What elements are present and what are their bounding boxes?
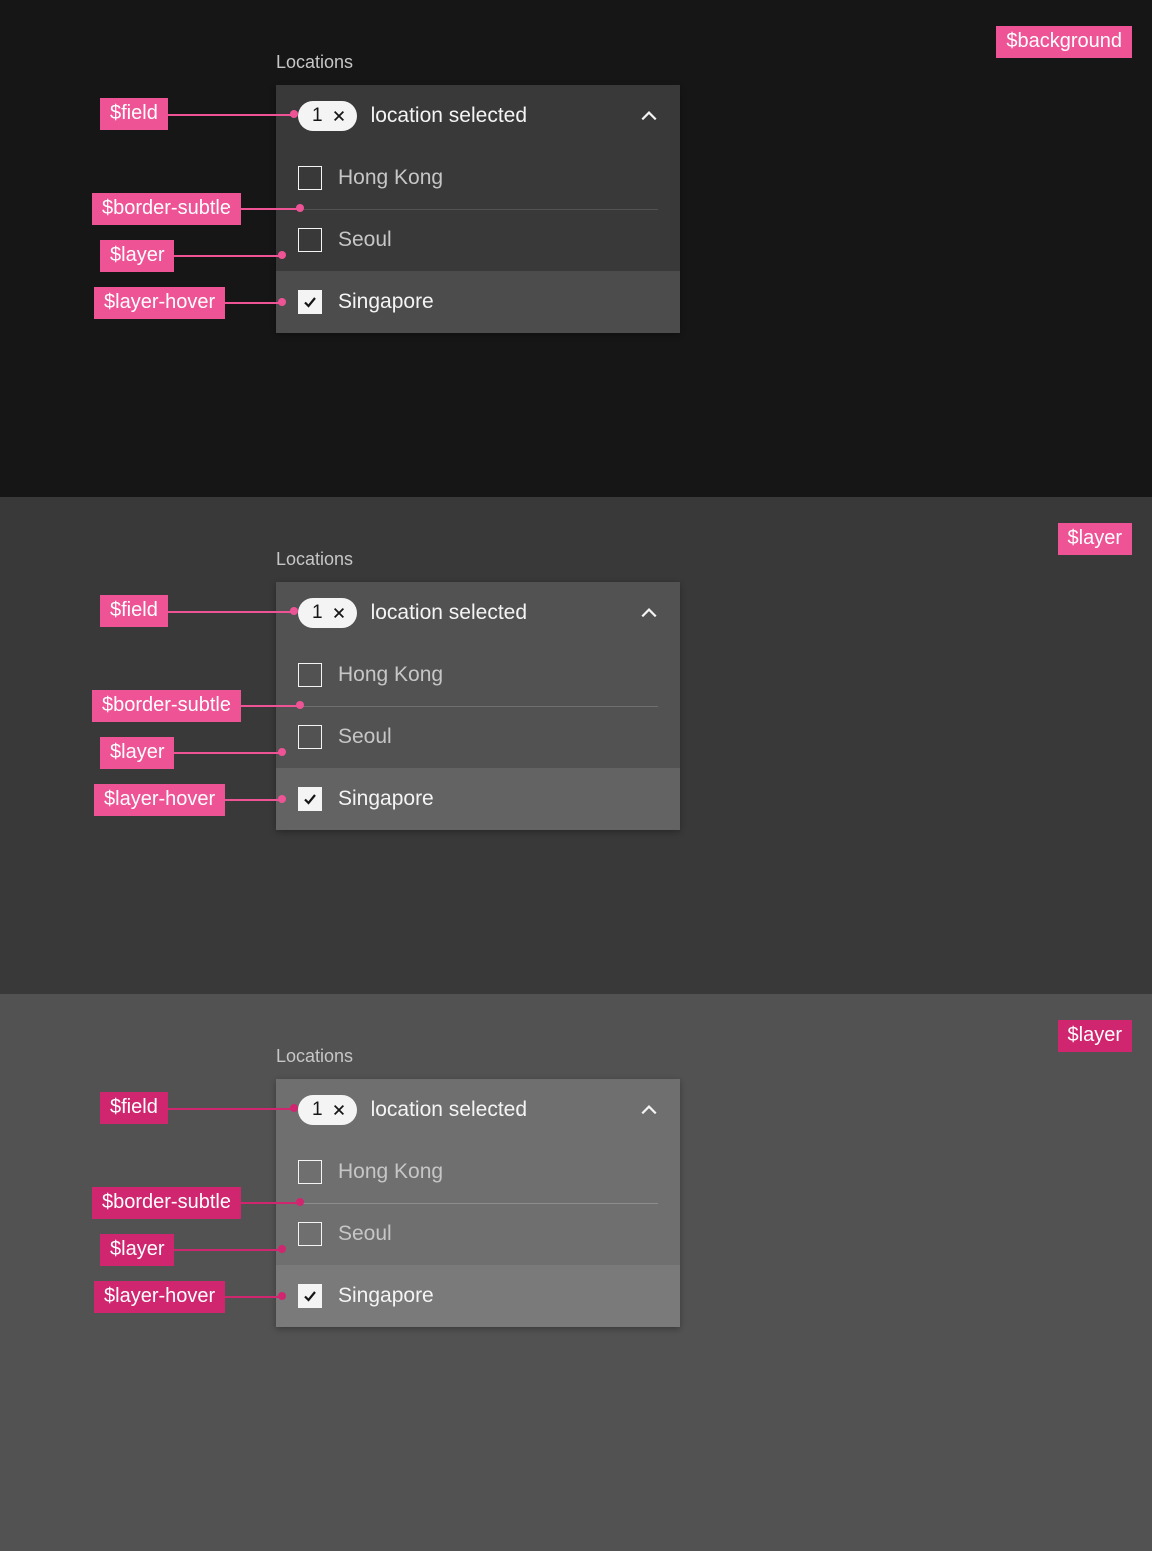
background-token-badge: $layer (1058, 1020, 1132, 1052)
multiselect-label: Locations (276, 1046, 680, 1067)
option-label: Hong Kong (338, 166, 443, 190)
token-label-layer-hover: $layer-hover (94, 784, 225, 816)
option-label: Singapore (338, 1284, 434, 1308)
option-seoul[interactable]: Seoul (276, 209, 680, 271)
selected-count: 1 (312, 1099, 323, 1121)
chevron-up-icon (638, 1099, 660, 1121)
token-panel-layer-2: $layer Locations 1 location selected (0, 994, 1152, 1551)
checkbox-unchecked-icon (298, 166, 322, 190)
option-label: Seoul (338, 228, 392, 252)
selected-count-tag[interactable]: 1 (298, 1095, 357, 1125)
background-token-badge: $layer (1058, 523, 1132, 555)
option-label: Seoul (338, 1222, 392, 1246)
annotation-layer: $field $border-subtle $layer $layer-hove… (0, 994, 276, 1551)
option-hong-kong[interactable]: Hong Kong (276, 147, 680, 209)
multiselect-menu: Hong Kong Seoul Singapore (276, 1141, 680, 1327)
checkbox-checked-icon (298, 787, 322, 811)
multiselect-field[interactable]: 1 location selected (276, 582, 680, 644)
multiselect-label: Locations (276, 549, 680, 570)
multiselect-label: Locations (276, 52, 680, 73)
clear-selection-icon[interactable] (329, 1100, 349, 1120)
option-label: Hong Kong (338, 1160, 443, 1184)
chevron-up-icon (638, 105, 660, 127)
token-panel-layer-1: $layer Locations 1 location selected (0, 497, 1152, 994)
selected-count-tag[interactable]: 1 (298, 101, 357, 131)
token-label-layer-hover: $layer-hover (94, 287, 225, 319)
multiselect-menu: Hong Kong Seoul Singapore (276, 644, 680, 830)
multiselect-dropdown: 1 location selected Hong Kong Seoul (276, 582, 680, 830)
option-label: Seoul (338, 725, 392, 749)
checkbox-unchecked-icon (298, 1160, 322, 1184)
checkbox-unchecked-icon (298, 725, 322, 749)
checkbox-unchecked-icon (298, 663, 322, 687)
selected-count-tag[interactable]: 1 (298, 598, 357, 628)
selected-count: 1 (312, 105, 323, 127)
multiselect-field[interactable]: 1 location selected (276, 85, 680, 147)
checkbox-checked-icon (298, 290, 322, 314)
multiselect-field[interactable]: 1 location selected (276, 1079, 680, 1141)
field-text: location selected (371, 104, 638, 128)
multiselect-menu: Hong Kong Seoul Singapore (276, 147, 680, 333)
token-label-border-subtle: $border-subtle (92, 690, 241, 722)
checkbox-unchecked-icon (298, 1222, 322, 1246)
token-label-layer-hover: $layer-hover (94, 1281, 225, 1313)
option-seoul[interactable]: Seoul (276, 1203, 680, 1265)
option-hong-kong[interactable]: Hong Kong (276, 644, 680, 706)
clear-selection-icon[interactable] (329, 603, 349, 623)
field-text: location selected (371, 601, 638, 625)
clear-selection-icon[interactable] (329, 106, 349, 126)
option-label: Singapore (338, 787, 434, 811)
option-hong-kong[interactable]: Hong Kong (276, 1141, 680, 1203)
checkbox-checked-icon (298, 1284, 322, 1308)
selected-count: 1 (312, 602, 323, 624)
token-label-border-subtle: $border-subtle (92, 1187, 241, 1219)
option-label: Hong Kong (338, 663, 443, 687)
option-singapore[interactable]: Singapore (276, 271, 680, 333)
token-label-border-subtle: $border-subtle (92, 193, 241, 225)
annotation-layer: $field $border-subtle $layer $layer-hove… (0, 0, 276, 497)
chevron-up-icon (638, 602, 660, 624)
token-panel-background: $background Locations 1 location selecte… (0, 0, 1152, 497)
multiselect-dropdown: 1 location selected Hong Kong Seoul (276, 85, 680, 333)
option-label: Singapore (338, 290, 434, 314)
background-token-badge: $background (996, 26, 1132, 58)
annotation-layer: $field $border-subtle $layer $layer-hove… (0, 497, 276, 994)
option-singapore[interactable]: Singapore (276, 768, 680, 830)
field-text: location selected (371, 1098, 638, 1122)
multiselect-dropdown: 1 location selected Hong Kong Seoul (276, 1079, 680, 1327)
checkbox-unchecked-icon (298, 228, 322, 252)
option-seoul[interactable]: Seoul (276, 706, 680, 768)
option-singapore[interactable]: Singapore (276, 1265, 680, 1327)
